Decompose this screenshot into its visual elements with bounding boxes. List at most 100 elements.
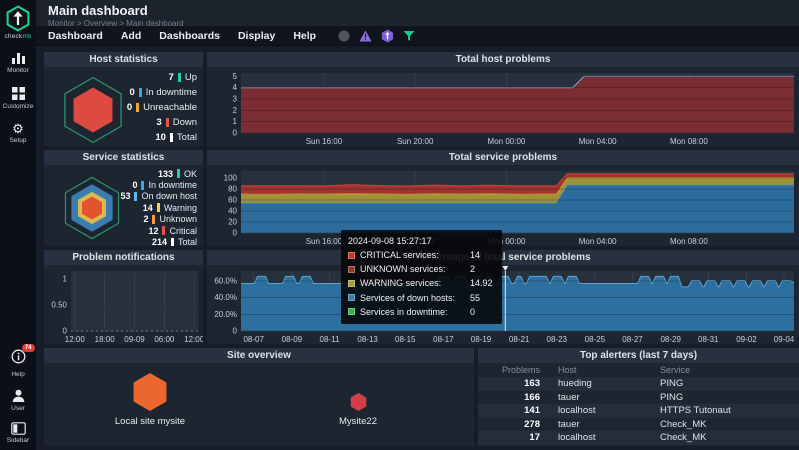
sidebar-item-setup[interactable]: ⚙ Setup [10, 122, 27, 144]
table-row[interactable]: 163huedingPING [478, 377, 799, 391]
svg-text:09-04: 09-04 [774, 335, 795, 344]
checkmk-logo[interactable]: checkmk [4, 5, 31, 40]
tooltip-row: CRITICAL services:14 [348, 249, 493, 261]
table-cell[interactable]: 166 [478, 391, 540, 405]
site-local-mysite[interactable]: Local site mysite [95, 372, 205, 427]
stat-row[interactable]: 2Unknown [106, 214, 197, 225]
menu-item-dashboards[interactable]: Dashboards [159, 30, 220, 42]
status-chip [139, 88, 142, 97]
table-header-row: ProblemsHostService [478, 363, 799, 377]
table-cell[interactable]: PING [650, 377, 799, 391]
svg-text:40: 40 [228, 207, 237, 216]
top-alerters-table: ProblemsHostService 163huedingPING166tau… [478, 363, 799, 445]
menu-item-add[interactable]: Add [121, 30, 141, 42]
chart-percentage-service-problems[interactable]: 020.0%40.0%60.0%08-0708-0908-1108-1308-1… [207, 265, 799, 344]
werks-hexagon-icon[interactable] [381, 29, 394, 43]
stat-value: 7 [150, 72, 174, 83]
stat-row[interactable]: 7Up [108, 70, 197, 85]
table-cell[interactable]: Check_MK [650, 418, 799, 432]
chart-problem-notifications[interactable]: 00.50112:0018:0009-0906:0012:00 [44, 265, 203, 344]
stat-row[interactable]: 0 In downtime [108, 85, 197, 100]
stat-row[interactable]: 0Unreachable [108, 100, 197, 115]
gear-icon: ⚙ [12, 122, 24, 135]
tooltip-chip [348, 308, 355, 315]
stat-row[interactable]: 12Critical [106, 225, 197, 236]
table-cell[interactable]: localhost [540, 431, 650, 445]
svg-text:1: 1 [233, 117, 238, 126]
sidebar-item-monitor[interactable]: Monitor [7, 52, 29, 74]
sidebar-item-user[interactable]: User [11, 388, 26, 412]
table-cell[interactable]: tauer [540, 391, 650, 405]
stat-value: 214 [143, 237, 167, 246]
svg-text:08-09: 08-09 [282, 335, 303, 344]
svg-text:0.50: 0.50 [51, 300, 67, 309]
svg-text:Mon 00:00: Mon 00:00 [488, 137, 526, 146]
svg-text:60: 60 [228, 196, 237, 205]
column-header: Problems [478, 363, 540, 377]
stat-row[interactable]: 214Total [106, 236, 197, 246]
stat-row[interactable]: 10Total [108, 130, 197, 145]
menu-item-display[interactable]: Display [238, 30, 275, 42]
svg-text:18:00: 18:00 [95, 335, 116, 344]
table-cell[interactable]: 163 [478, 377, 540, 391]
table-cell[interactable]: 17 [478, 431, 540, 445]
table-cell[interactable]: localhost [540, 404, 650, 418]
chart-total-service-problems[interactable]: 020406080100Sun 16:00Sun 20:00Mon 00:00M… [207, 165, 799, 246]
svg-text:08-25: 08-25 [585, 335, 606, 344]
table-row[interactable]: 278tauerCheck_MK [478, 418, 799, 432]
status-chip [134, 192, 137, 201]
stat-label: Warning [164, 203, 197, 213]
table-row[interactable]: 17localhostCheck_MK [478, 431, 799, 445]
sidebar-item-label: User [11, 405, 25, 412]
status-chip [152, 215, 155, 224]
menubar: Dashboard Add Dashboards Display Help [36, 26, 799, 46]
table-cell[interactable]: 278 [478, 418, 540, 432]
table-row[interactable]: 141localhostHTTPS Tutonaut [478, 404, 799, 418]
stat-label: In downtime [146, 87, 197, 98]
svg-text:08-15: 08-15 [395, 335, 416, 344]
svg-text:4: 4 [233, 83, 238, 92]
svg-text:Sun 20:00: Sun 20:00 [397, 137, 434, 146]
menu-item-dashboard[interactable]: Dashboard [48, 30, 103, 42]
sidebar-item-customize[interactable]: Customize [3, 86, 34, 110]
warning-triangle-icon[interactable] [359, 30, 372, 42]
site-mysite22[interactable]: Mysite22 [303, 392, 413, 427]
table-cell[interactable]: hueding [540, 377, 650, 391]
svg-text:Mon 04:00: Mon 04:00 [579, 137, 617, 146]
app-root: checkmk Monitor Customize ⚙ Setup [0, 0, 799, 450]
table-cell[interactable]: Check_MK [650, 431, 799, 445]
tooltip-chip [348, 280, 355, 287]
table-cell[interactable]: 141 [478, 404, 540, 418]
sidebar-item-help[interactable]: 74 Help [11, 349, 26, 378]
filter-icon[interactable] [403, 30, 415, 42]
table-row[interactable]: 166tauerPING [478, 391, 799, 405]
svg-text:08-21: 08-21 [509, 335, 530, 344]
tooltip-row: UNKNOWN services:2 [348, 263, 493, 275]
stat-row[interactable]: 53On down host [106, 191, 197, 202]
site-hexagon-icon [133, 372, 167, 412]
stat-value: 0 [111, 87, 135, 98]
svg-text:08-29: 08-29 [660, 335, 681, 344]
panel-total-host-problems: Total host problems 012345Sun 16:00Sun 2… [207, 52, 799, 146]
table-cell[interactable]: PING [650, 391, 799, 405]
status-circle-icon[interactable] [338, 30, 350, 42]
table-cell[interactable]: HTTPS Tutonaut [650, 404, 799, 418]
table-cell[interactable]: tauer [540, 418, 650, 432]
stat-label: In downtime [148, 180, 197, 190]
stat-label: Total [177, 132, 197, 143]
stat-row[interactable]: 133OK [106, 168, 197, 179]
svg-text:2: 2 [233, 106, 238, 115]
stat-row[interactable]: 14Warning [106, 202, 197, 213]
svg-text:40.0%: 40.0% [214, 293, 237, 302]
menu-item-help[interactable]: Help [293, 30, 316, 42]
panel-host-statistics: Host statistics 7Up0In downtime0Unreacha… [44, 52, 203, 146]
chart-total-host-problems[interactable]: 012345Sun 16:00Sun 20:00Mon 00:00Mon 04:… [207, 67, 799, 146]
stat-row[interactable]: 0In downtime [106, 179, 197, 190]
sidebar-item-sidebar[interactable]: Sidebar [7, 422, 29, 444]
tooltip-chip [348, 252, 355, 259]
column-header: Service [650, 363, 799, 377]
brand-text: checkmk [4, 33, 31, 40]
stat-row[interactable]: 3Down [108, 115, 197, 130]
stat-value: 133 [149, 169, 173, 179]
svg-text:12:00: 12:00 [65, 335, 86, 344]
